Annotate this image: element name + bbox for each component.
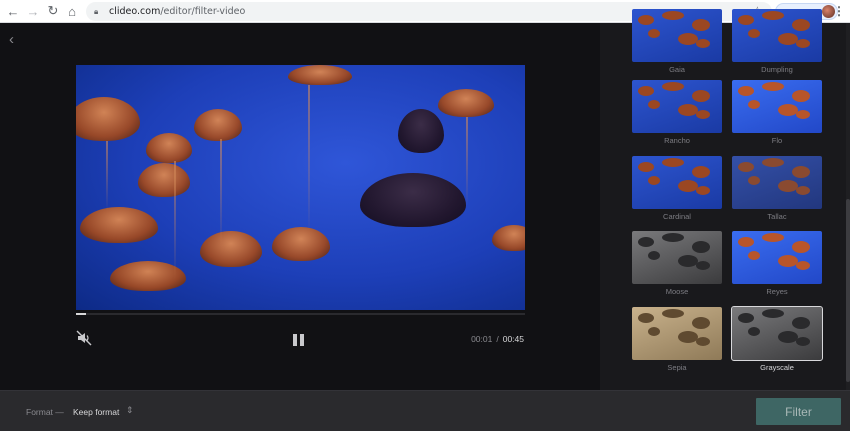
jellyfish bbox=[194, 109, 242, 141]
video-preview[interactable] bbox=[76, 65, 525, 310]
progress-bar[interactable] bbox=[76, 313, 525, 315]
filter-label: Gaia bbox=[669, 65, 685, 74]
url-host: clideo.com bbox=[109, 6, 161, 17]
filter-label: Tallac bbox=[767, 212, 787, 221]
filter-label: Sepia bbox=[667, 363, 687, 372]
browser-toolbar: ← → ↻ ⌂ 🔒︎ clideo.com/editor/filter-vide… bbox=[0, 0, 850, 23]
tentacle bbox=[308, 85, 310, 235]
pause-icon[interactable] bbox=[293, 334, 305, 346]
filter-thumbnail bbox=[732, 9, 822, 62]
jellyfish bbox=[146, 133, 192, 163]
jellyfish bbox=[200, 231, 262, 267]
filter-thumbnail bbox=[632, 9, 722, 62]
scrollbar-thumb[interactable] bbox=[846, 199, 850, 382]
filter-label: Cardinal bbox=[663, 212, 691, 221]
filter-thumbnail bbox=[732, 231, 822, 284]
filter-option-dumpling[interactable]: Dumpling bbox=[732, 9, 822, 76]
home-icon[interactable]: ⌂ bbox=[62, 1, 82, 21]
current-time: 00:01 bbox=[471, 334, 493, 344]
filter-option-cardinal[interactable]: Cardinal bbox=[632, 156, 722, 223]
filter-label: Flo bbox=[771, 136, 783, 145]
filter-thumbnail bbox=[732, 80, 822, 133]
jellyfish bbox=[288, 65, 352, 85]
jellyfish bbox=[272, 227, 330, 261]
filter-option-sepia[interactable]: Sepia bbox=[632, 307, 722, 374]
filter-label: Dumpling bbox=[761, 65, 793, 74]
browser-menu-icon[interactable]: ⋮ bbox=[833, 4, 845, 18]
jellyfish bbox=[360, 173, 466, 227]
total-time: 00:45 bbox=[502, 334, 524, 344]
reload-icon[interactable]: ↻ bbox=[43, 1, 63, 21]
format-select[interactable]: Keep format bbox=[73, 407, 119, 417]
scrollbar[interactable] bbox=[846, 23, 850, 390]
jellyfish bbox=[492, 225, 525, 251]
filter-thumbnail bbox=[632, 156, 722, 209]
mute-icon[interactable] bbox=[76, 330, 92, 346]
filter-option-gaia[interactable]: Gaia bbox=[632, 9, 722, 76]
filter-thumbnail bbox=[731, 306, 823, 361]
filter-label: Reyes bbox=[766, 287, 788, 296]
jellyfish bbox=[438, 89, 494, 117]
jellyfish bbox=[138, 163, 190, 197]
jellyfish bbox=[76, 97, 140, 141]
filter-option-flo[interactable]: Flo bbox=[732, 80, 822, 147]
filter-option-reyes[interactable]: Reyes bbox=[732, 231, 822, 298]
format-chevron-icon[interactable]: ⇕ bbox=[126, 405, 134, 416]
format-label: Format — bbox=[26, 407, 64, 417]
filter-label: Moose bbox=[665, 287, 689, 296]
tentacle bbox=[106, 141, 108, 211]
forward-arrow-icon[interactable]: → bbox=[23, 1, 43, 21]
lock-icon: 🔒︎ bbox=[94, 6, 99, 16]
filter-thumbnail bbox=[632, 307, 722, 360]
filter-thumbnail bbox=[632, 231, 722, 284]
jellyfish bbox=[398, 109, 444, 153]
filters-panel: Gaia Dumpling Rancho Flo Cardinal Tallac Moose… bbox=[600, 9, 850, 390]
filter-thumbnail bbox=[732, 156, 822, 209]
filter-label: Rancho bbox=[664, 136, 690, 145]
back-chevron-icon[interactable]: ‹ bbox=[9, 31, 14, 48]
time-separator: / bbox=[496, 334, 499, 344]
filter-option-moose[interactable]: Moose bbox=[632, 231, 722, 298]
footer-bar: Format — Keep format ⇕ Filter bbox=[0, 390, 850, 431]
filter-option-grayscale[interactable]: Grayscale bbox=[731, 306, 823, 374]
url-path: /editor/filter-video bbox=[160, 6, 246, 17]
jellyfish bbox=[80, 207, 158, 243]
filter-thumbnail bbox=[632, 80, 722, 133]
tentacle bbox=[174, 161, 176, 281]
time-display: 00:01/00:45 bbox=[471, 334, 524, 344]
filter-option-rancho[interactable]: Rancho bbox=[632, 80, 722, 147]
tentacle bbox=[466, 117, 468, 207]
filter-option-tallac[interactable]: Tallac bbox=[732, 156, 822, 223]
tentacle bbox=[220, 139, 222, 249]
filter-label: Grayscale bbox=[760, 363, 794, 372]
progress-fill bbox=[76, 313, 86, 315]
filter-button[interactable]: Filter bbox=[756, 398, 841, 425]
back-arrow-icon[interactable]: ← bbox=[3, 1, 23, 21]
